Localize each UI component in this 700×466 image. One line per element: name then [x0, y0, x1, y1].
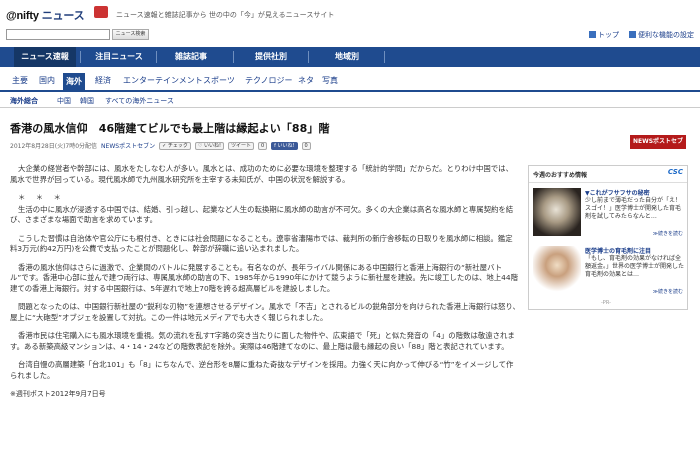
category-technology[interactable]: テクノロジー: [243, 74, 295, 88]
csc-logo: CSC: [667, 168, 683, 176]
site-tagline: ニュース速報と雑誌記事から 世の中の「今」が見えるニュースサイト: [116, 11, 335, 19]
ad-description-1: 少し前まで薄毛だった自分が「え！スゴイ！」医学博士が開発した育毛剤を試してみたら…: [585, 197, 682, 220]
tweet-button[interactable]: ツイート: [227, 141, 254, 150]
divider: [529, 182, 687, 183]
subcategory-nav: 海外総合 中国 韓国 すべての海外ニュース: [0, 94, 700, 108]
article-paragraph: こうした習慣は自治体や官公庁にも根付き、ときには社会問題になることも。遼寧省瀋陽…: [10, 233, 513, 254]
pr-label: -PR-: [601, 300, 611, 306]
category-overseas[interactable]: 海外: [63, 73, 85, 90]
category-sports[interactable]: スポーツ: [201, 74, 237, 88]
tweet-count: 0: [257, 141, 268, 150]
subcategory-korea[interactable]: 韓国: [80, 96, 94, 106]
nav-divider: [156, 51, 157, 63]
category-photo[interactable]: 写真: [320, 74, 340, 88]
check-button[interactable]: ✓ チェック: [159, 141, 191, 150]
doctor-image[interactable]: [533, 246, 581, 294]
nav-divider: [384, 51, 385, 63]
article-paragraph: 問題となったのは、中国銀行新社屋の“鋭利な刃物”を連想させるデザイン。風水で「不…: [10, 302, 520, 322]
top-link-settings[interactable]: 便利な機能の設定: [629, 30, 694, 40]
read-more-link-2[interactable]: ≫続きを読む: [653, 288, 683, 295]
ad-title-2[interactable]: 医学博士の育毛剤に注目: [585, 246, 651, 255]
top-link-home[interactable]: トップ: [589, 30, 619, 40]
category-entertainment[interactable]: エンターテインメント: [121, 74, 205, 88]
category-main[interactable]: 主要: [10, 74, 30, 88]
home-icon: [589, 31, 596, 38]
top-links: トップ 便利な機能の設定: [589, 30, 694, 40]
subcategory-overseas-general[interactable]: 海外総合: [10, 96, 38, 106]
facebook-like-count: 0: [301, 141, 311, 150]
search-button[interactable]: ニュース検索: [112, 29, 149, 40]
article-separator: ＊ ＊ ＊: [18, 193, 65, 202]
article-date: 2012年8月28日(火)7時0分配信: [10, 143, 98, 150]
subcategory-china[interactable]: 中国: [57, 96, 71, 106]
site-header: @nifty ニュース ニュース速報と雑誌記事から 世の中の「今」が見えるニュース…: [0, 0, 700, 44]
article-paragraph: 台湾自慢の高層建築「台北101」も「8」にちなんで、逆台形を8層に重ねた奇抜なデ…: [10, 360, 514, 380]
logo-badge-icon: [94, 6, 108, 18]
product-image[interactable]: [533, 188, 581, 236]
article-meta: 2012年8月28日(火)7時0分配信 NEWSポストセブン ✓ チェック ♡ …: [10, 141, 311, 150]
recommended-box: 今週のおすすめ情報 CSC ▼これがフサフサの秘密 少し前まで薄毛だった自分が「…: [528, 165, 688, 310]
site-logo[interactable]: @nifty ニュース: [6, 7, 85, 23]
article-footnote: ※週刊ポスト2012年9月7日号: [10, 390, 106, 398]
article-paragraph: 香港の風水信仰はさらに過激で、企業間のバトルに発展することも。有名なのが、長年ラ…: [10, 262, 518, 293]
search-input[interactable]: [6, 29, 110, 40]
tab-magazine[interactable]: 雑誌記事: [160, 47, 222, 67]
article-paragraph: 香港市民は住宅購入にも風水環境を重視。気の流れを乱すT字路の突き当たりに面した物…: [10, 331, 515, 351]
category-economy[interactable]: 経済: [93, 74, 113, 88]
nav-divider: [233, 51, 234, 63]
article-body: 大企業の経営者や幹部には、風水をたしなむ人が多い。風水とは、成功のために必要な環…: [10, 164, 520, 408]
nav-divider: [80, 51, 81, 63]
article-paragraph: 大企業の経営者や幹部には、風水をたしなむ人が多い。風水とは、成功のために必要な環…: [10, 164, 513, 184]
article-source[interactable]: NEWSポストセブン: [101, 141, 155, 150]
ad-title-1[interactable]: ▼これがフサフサの秘密: [585, 188, 650, 197]
tab-by-provider[interactable]: 提供社別: [240, 47, 302, 67]
facebook-like-button[interactable]: f いいね!: [271, 141, 298, 150]
category-nav: 主要 国内 海外 経済 エンターテインメント スポーツ テクノロジー ネタ 写真: [0, 70, 700, 92]
category-neta[interactable]: ネタ: [296, 74, 316, 88]
logo-nifty: @nifty: [6, 10, 39, 22]
read-more-link-1[interactable]: ≫続きを読む: [653, 230, 683, 237]
ad-description-2: 「もし、育毛剤の効果がなければ全額返金。」世界の医学博士が開発した育毛剤の効果と…: [585, 255, 685, 278]
tab-news-flash[interactable]: ニュース速報: [14, 47, 76, 67]
category-domestic[interactable]: 国内: [37, 74, 57, 88]
article-headline: 香港の風水信仰 46階建てビルでも最上階は縁起よい「88」階: [10, 122, 330, 135]
iine-button[interactable]: ♡ いいね!: [194, 141, 224, 150]
nav-divider: [308, 51, 309, 63]
news-post-seven-badge[interactable]: NEWSポストセブン: [630, 135, 686, 159]
main-nav: ニュース速報 注目ニュース 雑誌記事 提供社別 地域別: [0, 47, 700, 67]
recommended-title: 今週のおすすめ情報: [533, 172, 588, 179]
article-paragraph: 生活の中に風水が浸透する中国では、結婚、引っ越し、起業など人生の転換期に風水師の…: [10, 204, 514, 225]
logo-news: ニュース: [41, 10, 85, 22]
settings-icon: [629, 31, 636, 38]
tab-by-region[interactable]: 地域別: [316, 47, 378, 67]
tab-featured[interactable]: 注目ニュース: [88, 47, 150, 67]
subcategory-all-overseas[interactable]: すべての海外ニュース: [105, 96, 174, 106]
